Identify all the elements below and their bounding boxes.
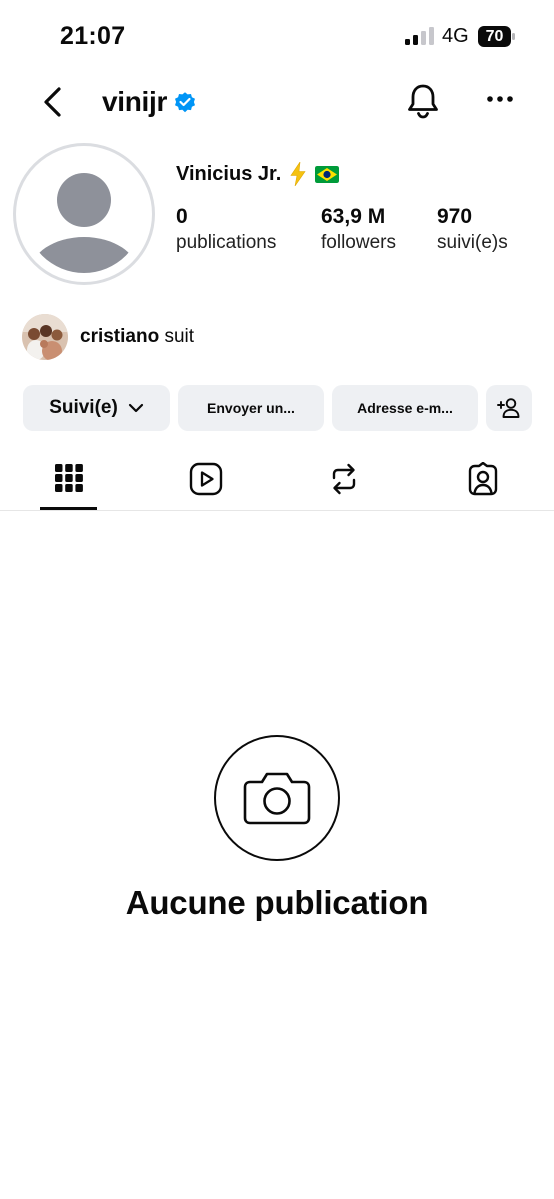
signal-icon xyxy=(405,27,434,45)
stat-label: suivi(e)s xyxy=(437,232,508,253)
reels-icon xyxy=(189,462,223,496)
email-label: Adresse e-m... xyxy=(357,400,453,416)
profile-tabs xyxy=(0,452,554,511)
add-person-icon xyxy=(497,398,520,418)
profile-username: vinijr xyxy=(102,86,168,117)
status-bar: 21:07 4G 70 xyxy=(0,0,554,72)
empty-state-icon-circle xyxy=(214,735,340,861)
active-tab-indicator xyxy=(40,507,97,510)
brazil-flag-icon xyxy=(315,165,340,183)
stat-following[interactable]: 970 suivi(e)s xyxy=(437,204,508,256)
stat-value: 63,9 M xyxy=(321,205,386,228)
camera-icon xyxy=(243,772,311,825)
chevron-down-icon xyxy=(128,403,143,413)
email-button[interactable]: Adresse e-m... xyxy=(332,385,478,431)
empty-state-title: Aucune publication xyxy=(125,884,429,921)
following-label: Suivi(e) xyxy=(49,397,118,418)
bell-icon[interactable] xyxy=(405,82,441,120)
network-type: 4G xyxy=(442,25,469,47)
tab-grid[interactable] xyxy=(33,452,105,510)
profile-avatar[interactable] xyxy=(13,143,155,285)
tab-reels[interactable] xyxy=(170,452,242,510)
stat-value: 970 xyxy=(437,205,473,228)
mutual-username[interactable]: cristiano xyxy=(80,326,159,347)
verified-badge-icon xyxy=(175,92,195,113)
status-time: 21:07 xyxy=(60,22,126,50)
back-icon[interactable] xyxy=(38,85,70,119)
battery-level: 70 xyxy=(485,28,504,45)
stat-followers[interactable]: 63,9 M followers xyxy=(321,204,396,256)
mutual-follower-avatar xyxy=(22,314,68,360)
following-button[interactable]: Suivi(e) xyxy=(23,385,170,431)
stat-value: 0 xyxy=(176,205,188,228)
tab-reposts[interactable] xyxy=(308,452,380,510)
more-icon[interactable] xyxy=(484,94,516,104)
grid-icon xyxy=(55,464,83,492)
tab-tagged[interactable] xyxy=(447,452,519,510)
avatar-placeholder xyxy=(25,155,143,273)
message-button[interactable]: Envoyer un... xyxy=(178,385,324,431)
default-avatar-icon xyxy=(30,173,138,273)
add-person-button[interactable] xyxy=(486,385,532,431)
stat-publications[interactable]: 0 publications xyxy=(176,204,276,256)
mutual-suffix: suit xyxy=(164,326,195,347)
stat-label: followers xyxy=(321,232,396,253)
stat-label: publications xyxy=(176,232,277,253)
lightning-bolt-icon xyxy=(290,162,306,186)
profile-header: vinijr xyxy=(0,72,554,136)
display-name-row: Vinicius Jr. xyxy=(176,162,340,186)
repost-icon xyxy=(332,463,356,495)
mutual-follower[interactable]: cristiano suit xyxy=(22,314,194,360)
display-name: Vinicius Jr. xyxy=(176,162,282,185)
message-label: Envoyer un... xyxy=(207,400,295,416)
mutual-follower-text: cristiano suit xyxy=(80,326,194,348)
tagged-icon xyxy=(468,462,498,496)
